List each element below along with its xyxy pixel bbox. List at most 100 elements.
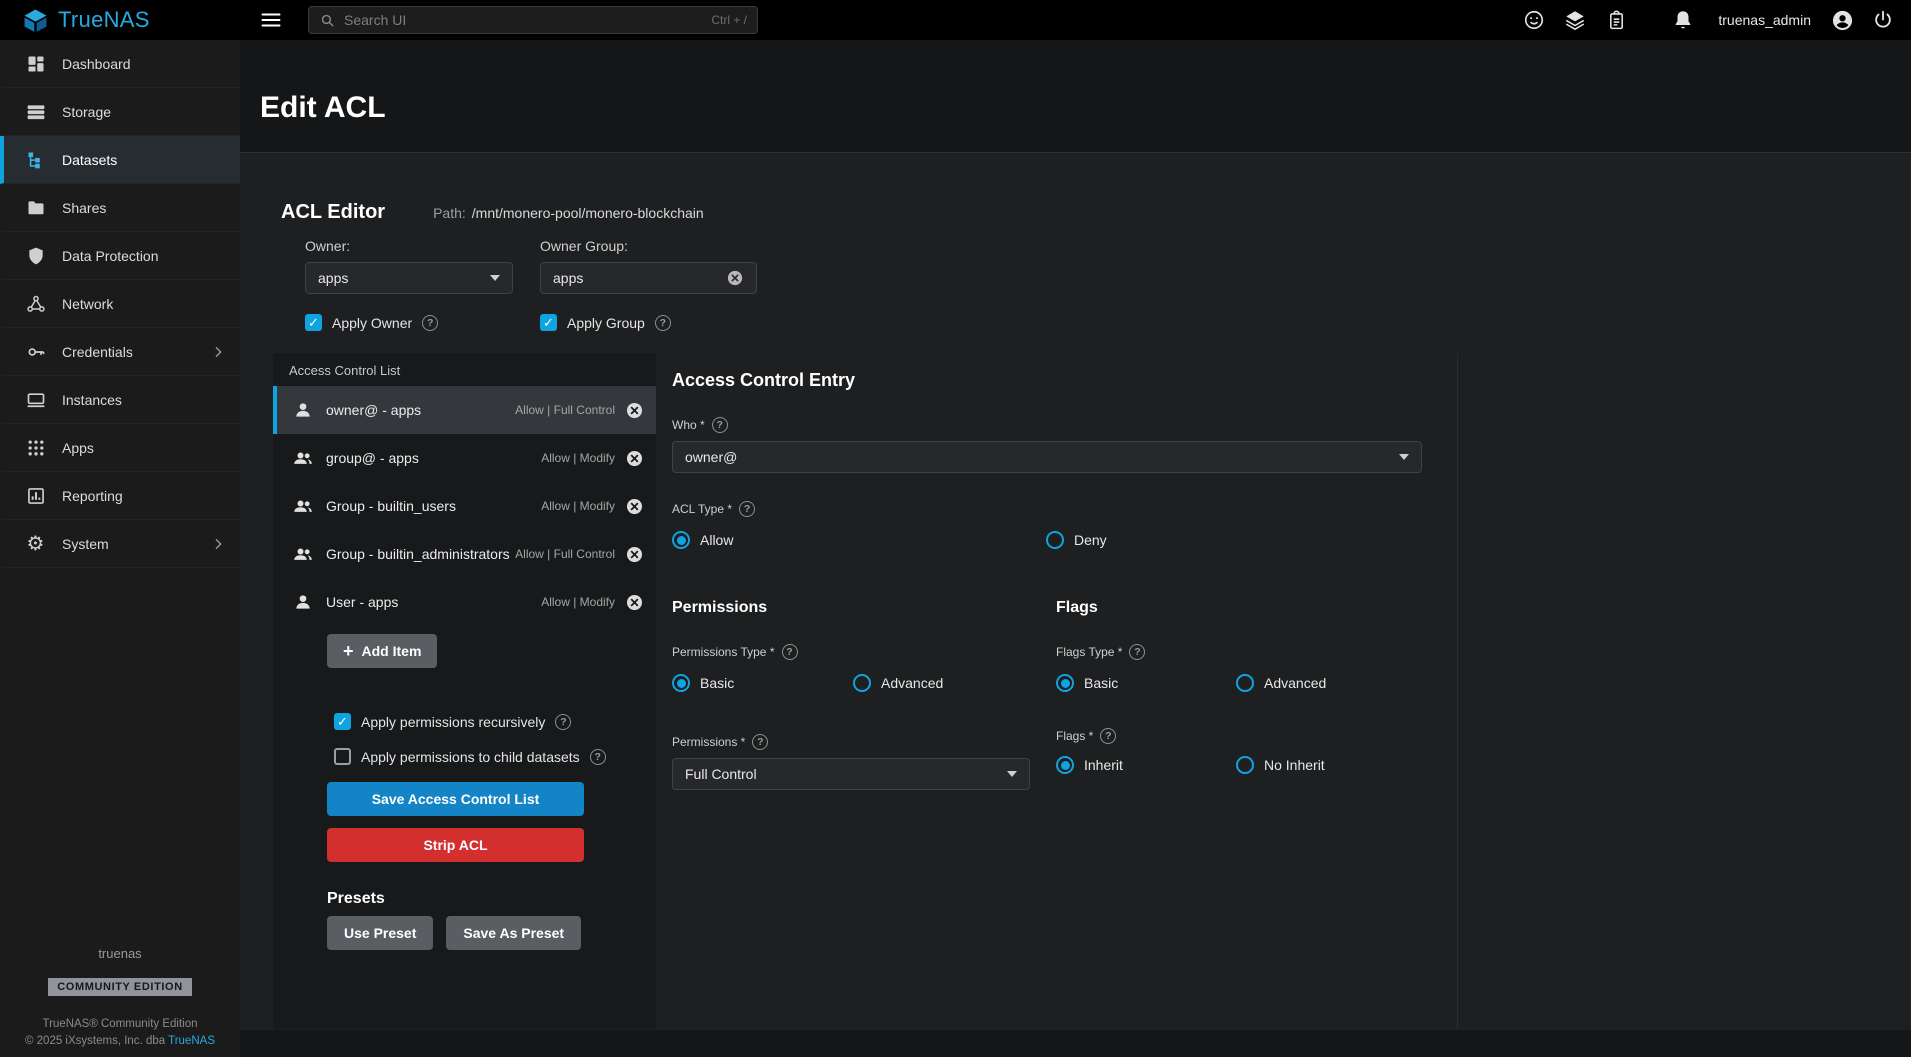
sidebar-item-shares[interactable]: Shares [0,184,240,232]
flags-basic-radio[interactable] [1056,674,1074,692]
account-icon[interactable] [1830,8,1854,32]
flags-advanced-option[interactable]: Advanced [1236,674,1326,692]
sidebar-item-system[interactable]: ⚙ System [0,520,240,568]
chevron-right-icon [210,344,226,360]
hostname-label: truenas [0,946,240,961]
sidebar-item-reporting[interactable]: Reporting [0,472,240,520]
apply-owner-label: Apply Owner [332,315,412,331]
use-preset-button[interactable]: Use Preset [327,916,433,950]
save-as-preset-button[interactable]: Save As Preset [446,916,581,950]
help-icon[interactable]: ? [1100,728,1116,744]
no-inherit-radio[interactable] [1236,756,1254,774]
clipboard-icon[interactable] [1604,8,1628,32]
who-label-row: Who * ? [672,417,1457,433]
apply-owner-checkbox[interactable]: ✓ [305,314,322,331]
username-label[interactable]: truenas_admin [1718,12,1811,28]
help-icon[interactable]: ? [590,749,606,765]
owner-label: Owner: [305,238,540,254]
allow-radio[interactable] [672,531,690,549]
remove-entry-icon[interactable] [625,449,644,468]
hamburger-menu-icon[interactable] [256,5,286,35]
acl-entry-who: Group - builtin_administrators [326,546,515,562]
basic-label: Basic [1084,675,1118,691]
help-icon[interactable]: ? [739,501,755,517]
help-icon[interactable]: ? [752,734,768,750]
deny-radio-option[interactable]: Deny [1046,531,1107,549]
sidebar-item-label: Credentials [62,344,194,360]
apps-grid-icon [25,437,46,458]
permissions-advanced-option[interactable]: Advanced [853,674,943,692]
sidebar-item-credentials[interactable]: Credentials [0,328,240,376]
truenas-logo-icon [22,7,49,34]
help-icon[interactable]: ? [1129,644,1145,660]
add-item-button[interactable]: + Add Item [327,634,437,668]
access-control-entry-form: Access Control Entry Who * ? owner@ ACL … [656,353,1458,1029]
recursive-checkbox[interactable]: ✓ [334,713,351,730]
remove-entry-icon[interactable] [625,497,644,516]
sidebar-item-apps[interactable]: Apps [0,424,240,472]
sidebar-item-network[interactable]: Network [0,280,240,328]
remove-entry-icon[interactable] [625,545,644,564]
help-icon[interactable]: ? [782,644,798,660]
acl-entry-row[interactable]: group@ - apps Allow | Modify [273,434,656,482]
sidebar-item-datasets[interactable]: Datasets [0,136,240,184]
flags-type-options: Basic Advanced [1056,674,1457,692]
sidebar-item-label: Dashboard [62,56,226,72]
acl-entry-row[interactable]: Group - builtin_administrators Allow | F… [273,530,656,578]
permissions-select[interactable]: Full Control [672,758,1030,790]
no-inherit-label: No Inherit [1264,757,1325,773]
acl-type-label: ACL Type * [672,502,732,516]
acl-type-options: Allow Deny [672,531,1457,549]
save-acl-button[interactable]: Save Access Control List [327,782,584,816]
child-datasets-checkbox[interactable] [334,748,351,765]
help-icon[interactable]: ? [555,714,571,730]
acl-entry-row[interactable]: Group - builtin_users Allow | Modify [273,482,656,530]
sidebar-item-data-protection[interactable]: Data Protection [0,232,240,280]
strip-acl-button[interactable]: Strip ACL [327,828,584,862]
acl-entry-row[interactable]: owner@ - apps Allow | Full Control [273,386,656,434]
flags-advanced-radio[interactable] [1236,674,1254,692]
apply-owner-group: ✓ Apply Owner ? [305,314,540,331]
who-select[interactable]: owner@ [672,441,1422,473]
help-icon[interactable]: ? [655,315,671,331]
permissions-basic-radio[interactable] [672,674,690,692]
apply-group-checkbox[interactable]: ✓ [540,314,557,331]
deny-radio[interactable] [1046,531,1064,549]
sidebar-item-storage[interactable]: Storage [0,88,240,136]
permissions-basic-option[interactable]: Basic [672,674,853,692]
clear-input-icon[interactable] [726,269,744,287]
help-icon[interactable]: ? [712,417,728,433]
allow-radio-option[interactable]: Allow [672,531,1046,549]
main-content: Edit ACL ACL Editor Path:/mnt/monero-poo… [240,0,1911,1057]
remove-entry-icon[interactable] [625,401,644,420]
owner-select[interactable]: apps [305,262,513,294]
shares-icon [25,197,46,218]
remove-entry-icon[interactable] [625,593,644,612]
acl-entry-row[interactable]: User - apps Allow | Modify [273,578,656,626]
allow-label: Allow [700,532,733,548]
flags-basic-option[interactable]: Basic [1056,674,1236,692]
layers-icon[interactable] [1563,8,1587,32]
power-icon[interactable] [1871,8,1895,32]
inherit-option[interactable]: Inherit [1056,756,1236,774]
owner-fields-row: Owner: apps Owner Group: apps [305,238,1911,294]
permissions-advanced-radio[interactable] [853,674,871,692]
sidebar-item-instances[interactable]: Instances [0,376,240,424]
search-input[interactable] [344,12,703,28]
dataset-path: Path:/mnt/monero-pool/monero-blockchain [433,205,704,221]
global-search[interactable]: Ctrl + / [308,6,758,34]
no-inherit-option[interactable]: No Inherit [1236,756,1325,774]
owner-value: apps [318,270,348,286]
permissions-type-options: Basic Advanced [672,674,1056,692]
truenas-link[interactable]: TrueNAS [168,1035,215,1047]
add-item-label: Add Item [362,643,422,659]
help-icon[interactable]: ? [422,315,438,331]
feedback-icon[interactable] [1522,8,1546,32]
gear-icon: ⚙ [25,533,46,554]
owner-group-input[interactable]: apps [540,262,757,294]
inherit-radio[interactable] [1056,756,1074,774]
truenas-logo[interactable]: TrueNAS [0,7,240,34]
child-datasets-checkbox-row: Apply permissions to child datasets ? [334,748,656,765]
sidebar-item-dashboard[interactable]: Dashboard [0,40,240,88]
notifications-icon[interactable] [1671,8,1695,32]
